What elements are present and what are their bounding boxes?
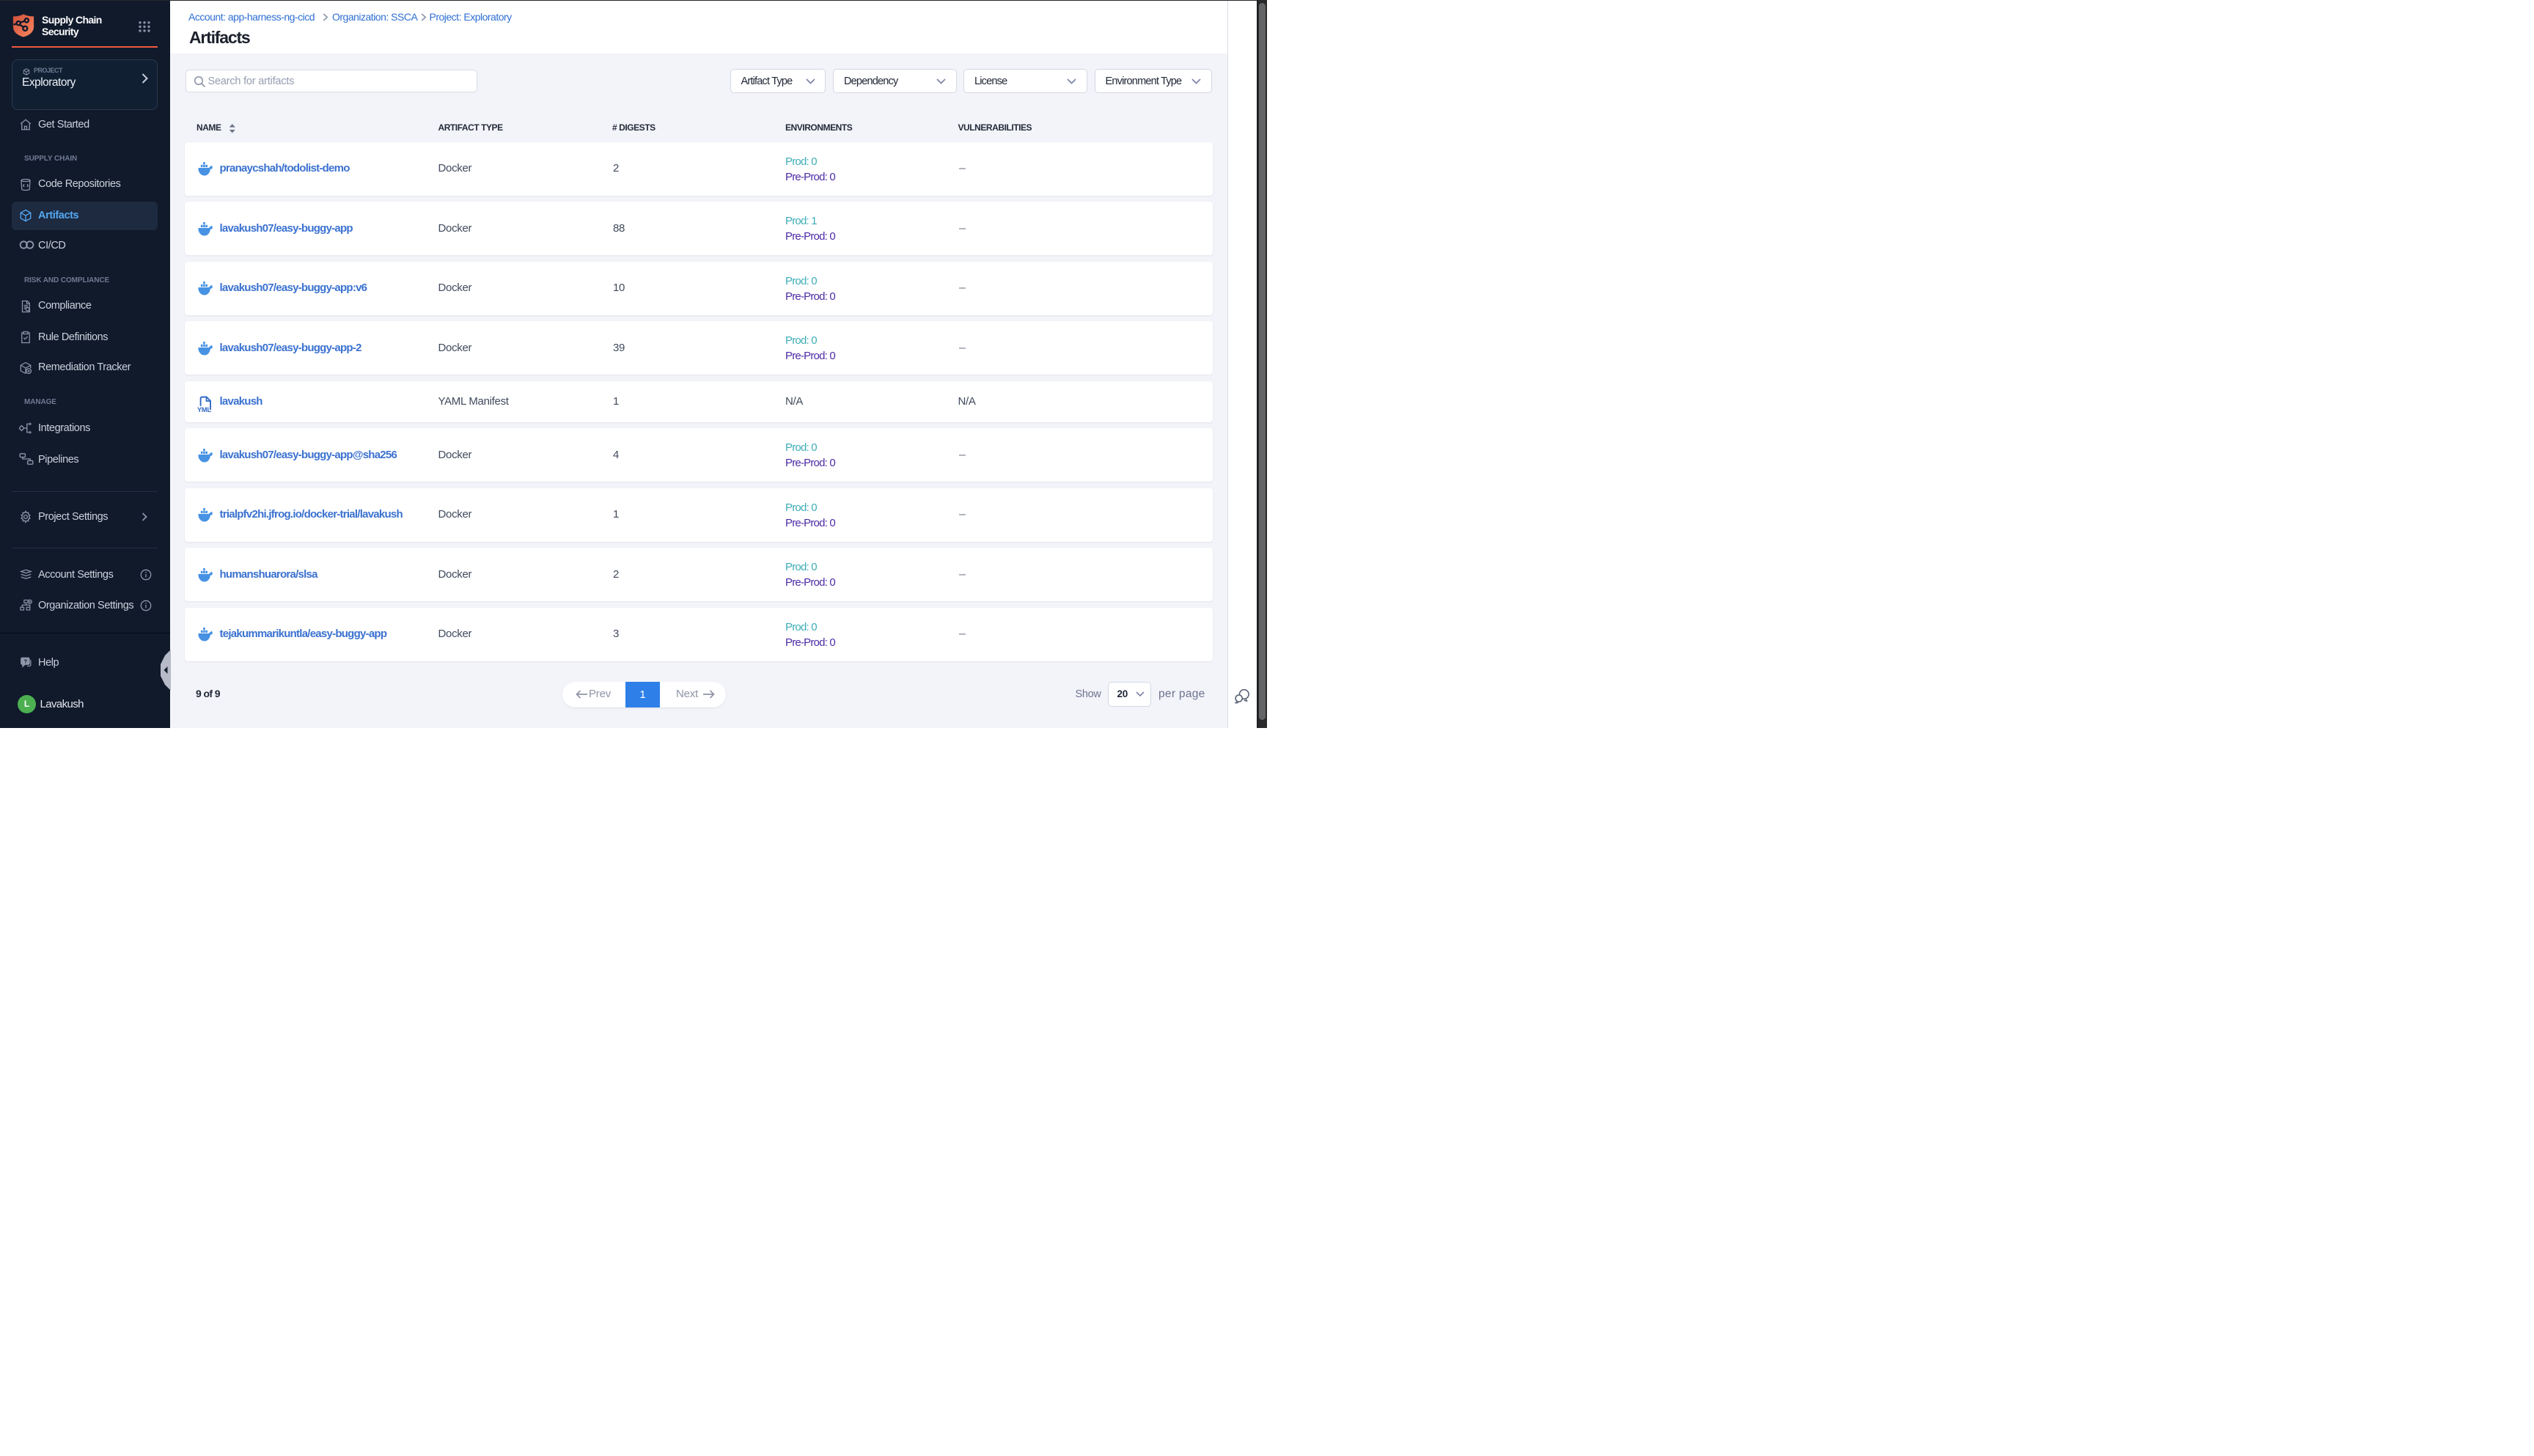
svg-text:YML: YML (197, 406, 211, 413)
svg-text:?: ? (24, 658, 28, 664)
